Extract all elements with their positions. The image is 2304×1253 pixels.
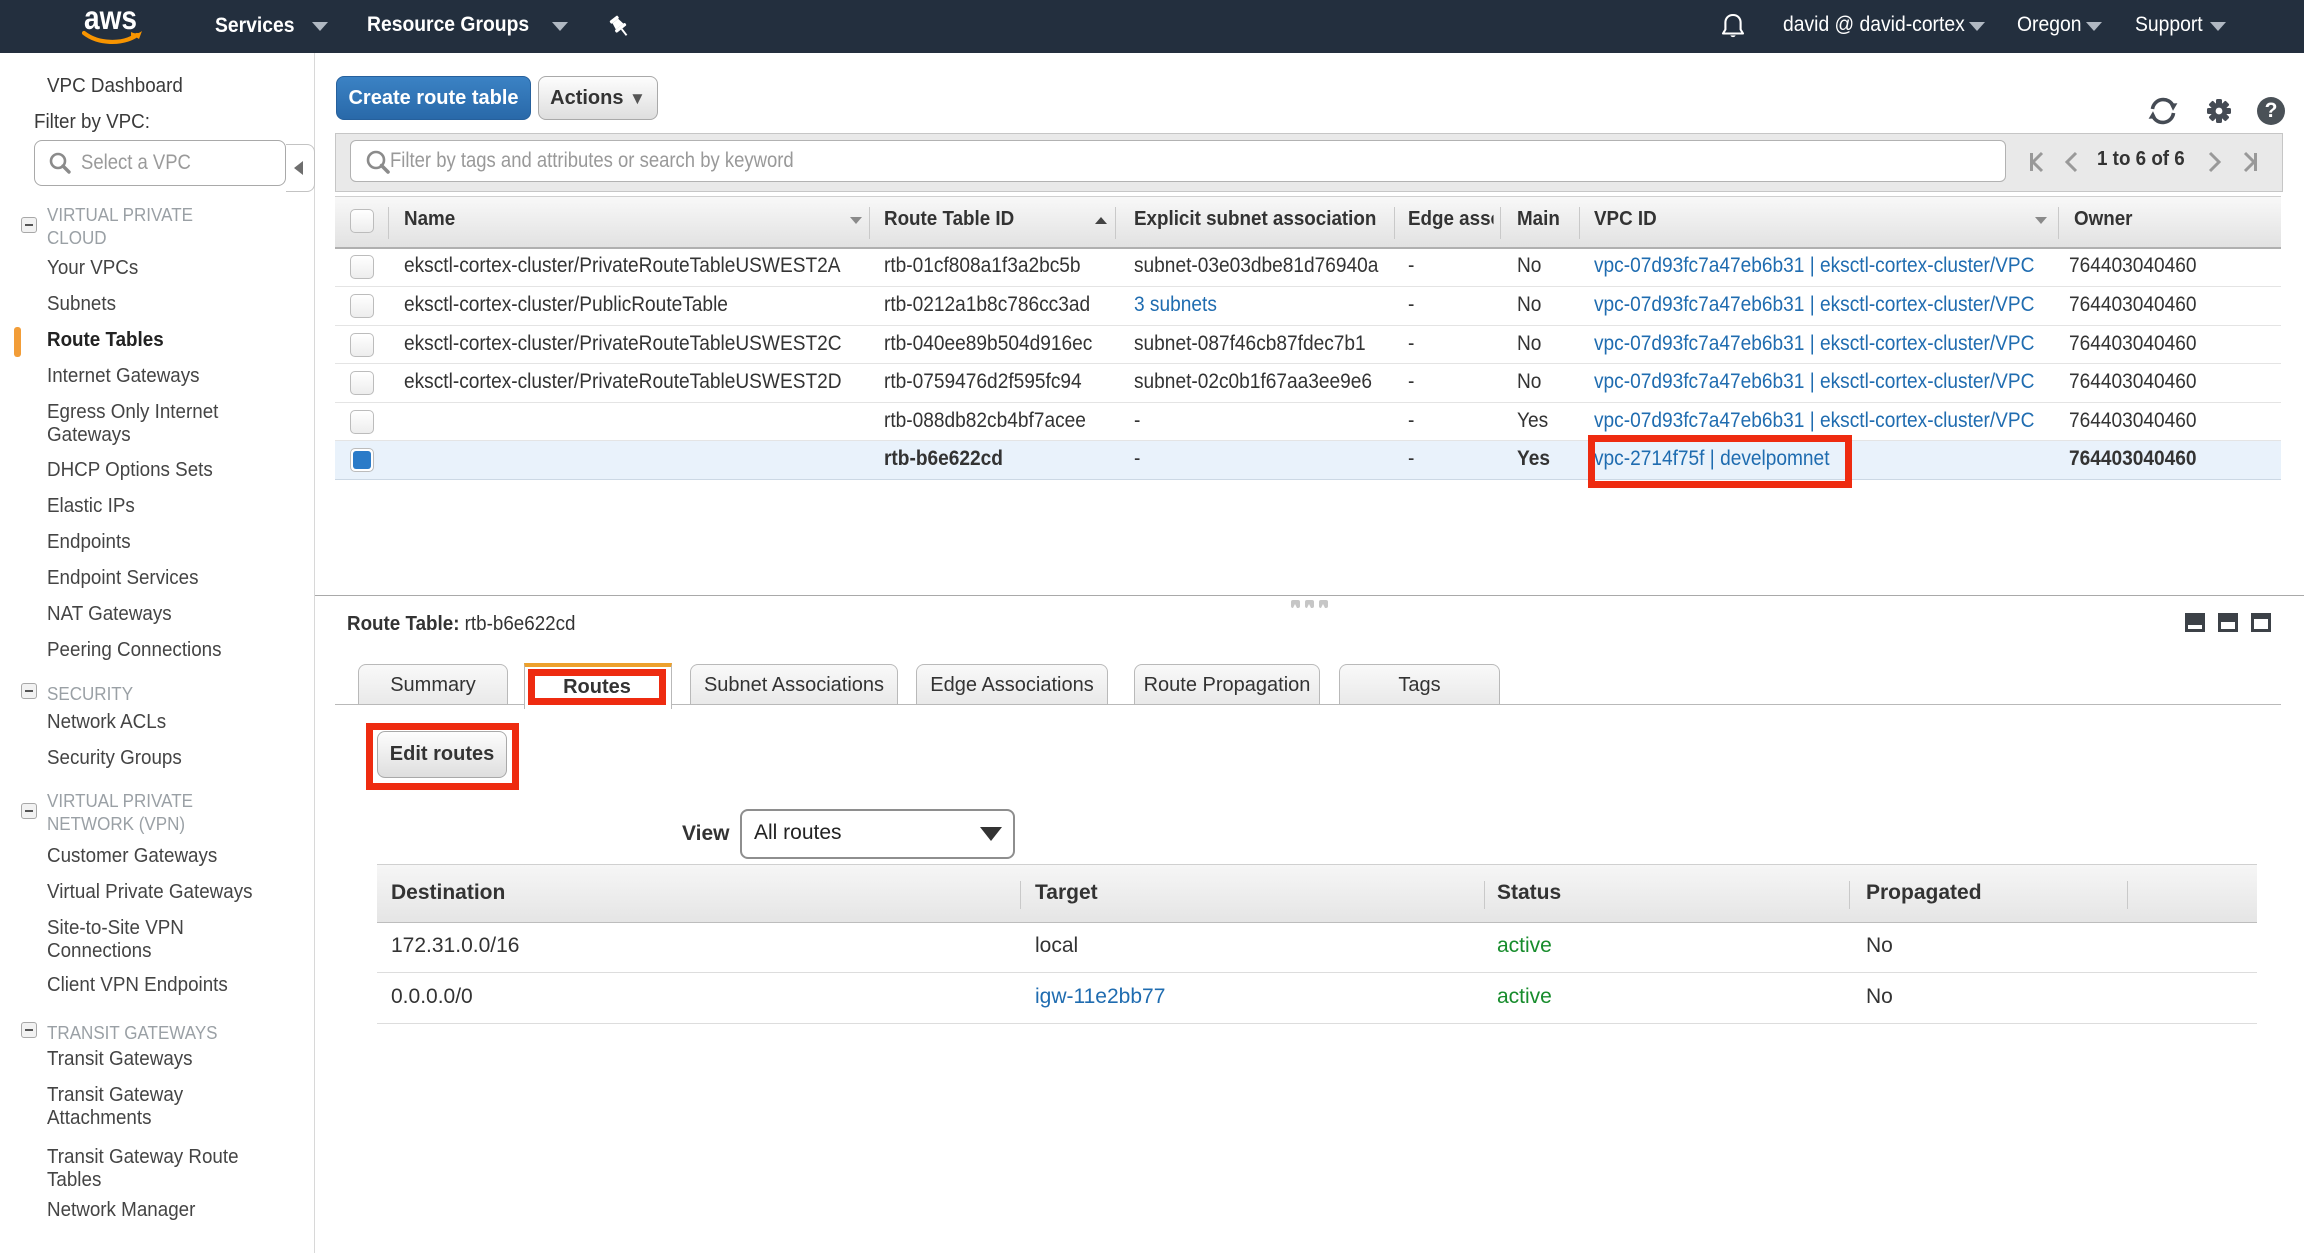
svg-text:aws: aws — [84, 3, 137, 36]
